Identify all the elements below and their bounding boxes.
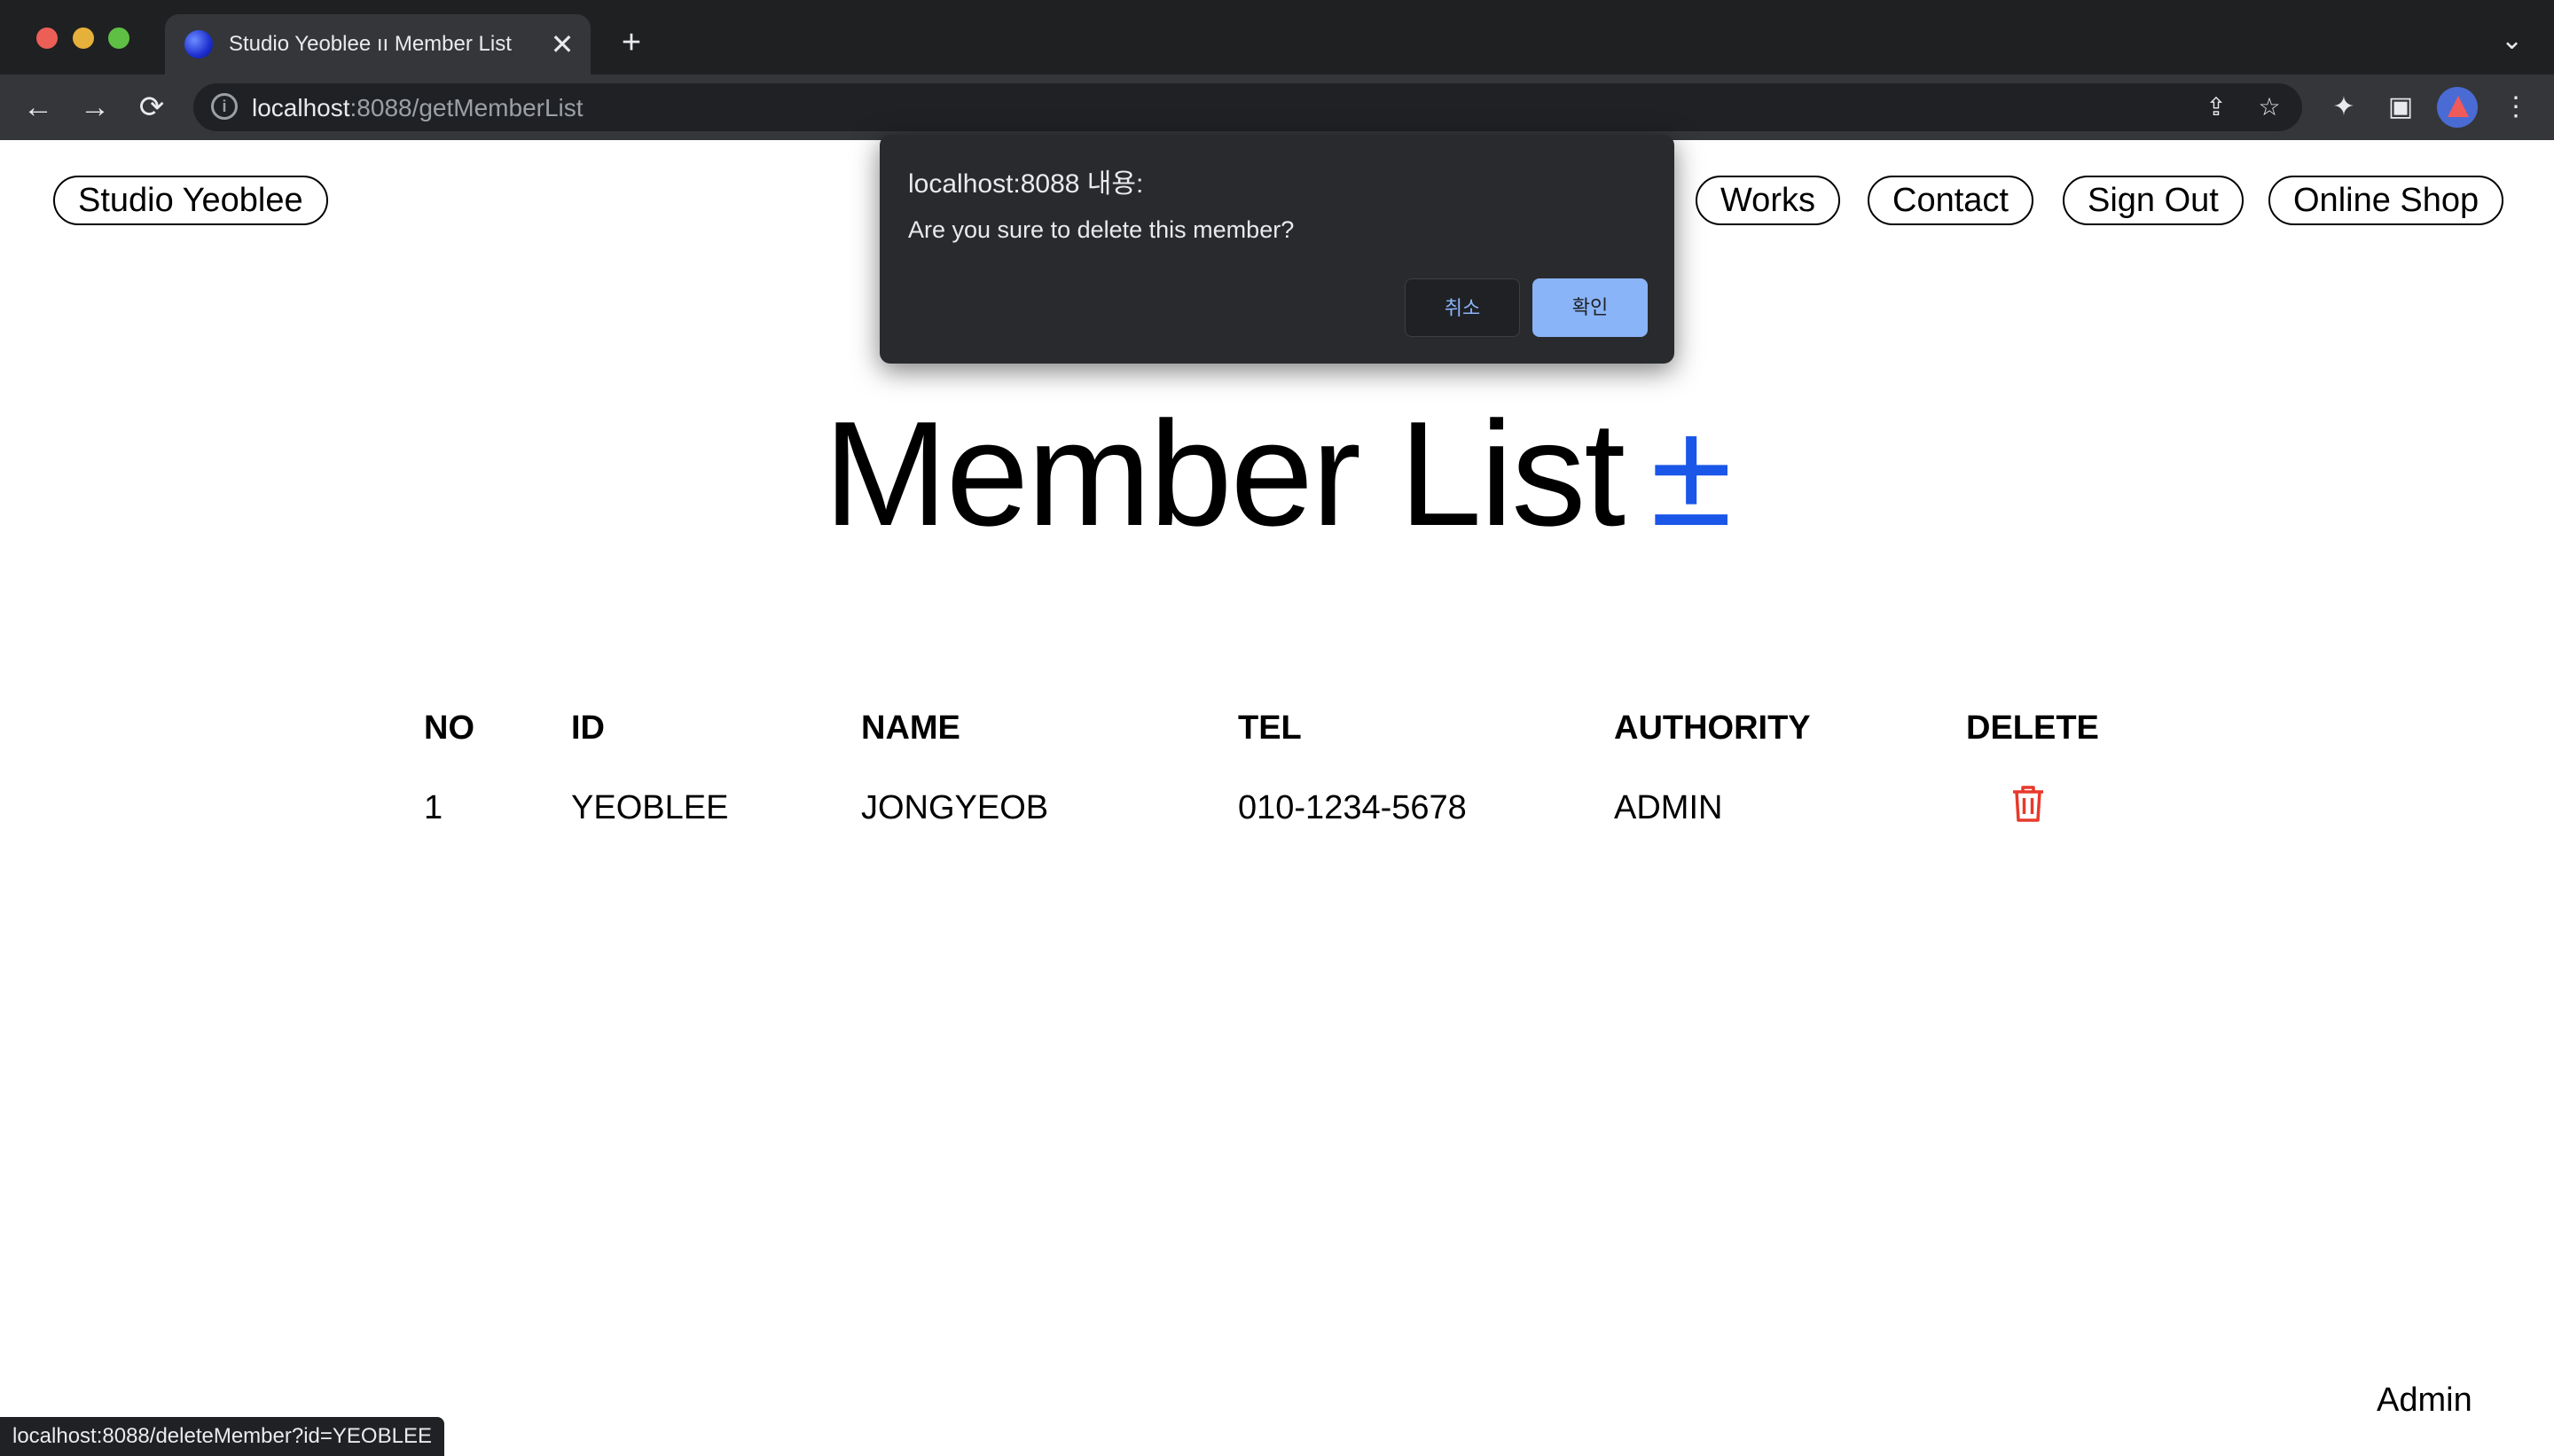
trash-icon[interactable]	[2010, 784, 2046, 832]
address-bar[interactable]: i localhost:8088/getMemberList ⇪ ☆	[193, 83, 2302, 131]
cell-authority: ADMIN	[1614, 788, 1723, 826]
nav-link-works[interactable]: Works	[1696, 176, 1840, 225]
header-delete: DELETE	[1966, 708, 2099, 747]
confirm-button[interactable]: 확인	[1532, 278, 1648, 337]
extensions-icon[interactable]: ✦	[2323, 87, 2364, 128]
url-host: localhost	[252, 94, 350, 121]
back-button[interactable]: ←	[18, 87, 59, 128]
new-tab-button[interactable]: +	[612, 23, 651, 62]
header-tel: TEL	[1238, 708, 1302, 747]
status-bar-link: localhost:8088/deleteMember?id=YEOBLEE	[0, 1417, 444, 1456]
bookmark-star-icon[interactable]: ☆	[2252, 90, 2286, 124]
header-authority: AUTHORITY	[1614, 708, 1811, 747]
page-title: Member List ±	[0, 388, 2554, 560]
brand-link[interactable]: Studio Yeoblee	[53, 176, 328, 225]
current-user-label: Admin	[2377, 1382, 2472, 1419]
header-no: NO	[424, 708, 474, 747]
profile-avatar[interactable]	[2437, 87, 2478, 128]
maximize-window-button[interactable]	[108, 27, 129, 49]
cell-name: JONGYEOB	[861, 788, 1049, 826]
cancel-button[interactable]: 취소	[1405, 278, 1520, 337]
table-header-row: NO ID NAME TEL AUTHORITY DELETE	[424, 688, 2117, 768]
browser-window: Studio Yeoblee ıı Member List ✕ + ⌄ ← → …	[0, 0, 2554, 1456]
tab-title: Studio Yeoblee ıı Member List	[229, 32, 512, 56]
share-icon[interactable]: ⇪	[2199, 90, 2233, 124]
reload-button[interactable]: ⟳	[131, 87, 172, 128]
cell-tel: 010-1234-5678	[1238, 788, 1467, 826]
add-member-link[interactable]: ±	[1650, 390, 1732, 557]
dialog-title: localhost:8088 내용:	[908, 169, 1144, 199]
tab-close-icon[interactable]: ✕	[543, 27, 582, 61]
dialog-message: Are you sure to delete this member?	[908, 216, 1295, 243]
forward-button[interactable]: →	[74, 87, 115, 128]
browser-menu-icon[interactable]: ⋮	[2495, 87, 2536, 128]
member-table: NO ID NAME TEL AUTHORITY DELETE 1 YEOBLE…	[424, 688, 2117, 848]
header-name: NAME	[861, 708, 960, 747]
url-path: :8088/getMemberList	[349, 94, 584, 121]
tab-search-icon[interactable]: ⌄	[2501, 25, 2523, 56]
confirm-dialog: localhost:8088 내용: Are you sure to delet…	[880, 135, 1674, 364]
browser-toolbar: ← → ⟳ i localhost:8088/getMemberList ⇪ ☆…	[0, 74, 2554, 140]
nav-link-sign-out[interactable]: Sign Out	[2063, 176, 2244, 225]
table-row: 1 YEOBLEE JONGYEOB 010-1234-5678 ADMIN	[424, 768, 2117, 848]
cell-id: YEOBLEE	[571, 788, 729, 826]
nav-link-online-shop[interactable]: Online Shop	[2268, 176, 2504, 225]
favicon-icon	[184, 30, 213, 59]
tab-bar: Studio Yeoblee ıı Member List ✕ + ⌄	[0, 0, 2554, 74]
nav-link-contact[interactable]: Contact	[1868, 176, 2033, 225]
tab-active[interactable]: Studio Yeoblee ıı Member List ✕	[165, 14, 591, 74]
side-panel-icon[interactable]: ▣	[2380, 87, 2421, 128]
close-window-button[interactable]	[36, 27, 58, 49]
cell-no: 1	[424, 788, 443, 826]
header-id: ID	[571, 708, 605, 747]
cell-delete	[1966, 768, 2117, 848]
minimize-window-button[interactable]	[73, 27, 94, 49]
page-title-text: Member List	[823, 390, 1626, 557]
site-info-icon[interactable]: i	[211, 93, 238, 120]
url-text[interactable]: localhost:8088/getMemberList	[252, 94, 584, 122]
